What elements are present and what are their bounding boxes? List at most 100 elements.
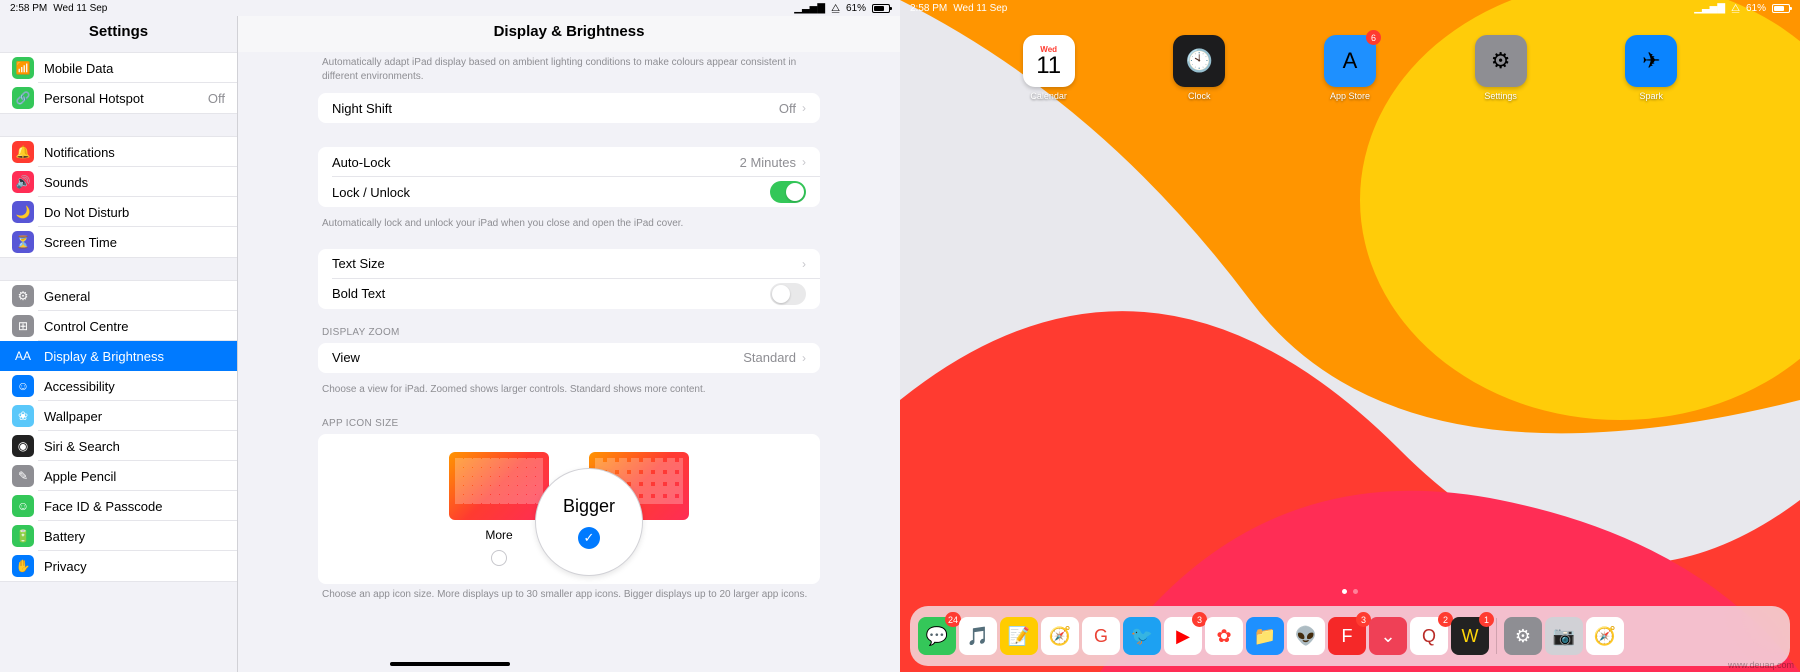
menu-icon: 🔊 (12, 171, 34, 193)
dock: 💬24🎵📝🧭G🐦▶3✿📁👽F3⌄Q2W1⚙︎📷🧭 (910, 606, 1790, 666)
row-text-size[interactable]: Text Size › (318, 249, 820, 279)
chevron-right-icon: › (802, 351, 806, 365)
dock-app[interactable]: Q2 (1410, 617, 1448, 655)
caption-appicon: Choose an app icon size. More displays u… (318, 584, 820, 612)
dock-separator (1496, 618, 1497, 654)
chevron-right-icon: › (802, 155, 806, 169)
wifi-icon: ⧋ (1731, 3, 1740, 14)
app-icon: Wed11 (1023, 35, 1075, 87)
header-app-icon-size: APP ICON SIZE (318, 406, 820, 434)
app-spark[interactable]: ✈︎Spark (1619, 35, 1683, 101)
dock-app[interactable]: 🧭 (1586, 617, 1624, 655)
dock-app[interactable]: ⚙︎ (1504, 617, 1542, 655)
dock-app[interactable]: 👽 (1287, 617, 1325, 655)
menu-icon: AA (12, 345, 34, 367)
menu-icon: ⏳ (12, 231, 34, 253)
row-bold-text[interactable]: Bold Text (318, 279, 820, 309)
check-icon: ✓ (578, 527, 600, 549)
app-icon: 🕙 (1173, 35, 1225, 87)
app-settings[interactable]: ⚙︎Settings (1469, 35, 1533, 101)
app-calendar[interactable]: Wed11Calendar (1017, 35, 1081, 101)
dock-app[interactable]: F3 (1328, 617, 1366, 655)
settings-sidebar: Settings 📶Mobile Data🔗Personal HotspotOf… (0, 16, 237, 672)
row-night-shift[interactable]: Night Shift Off › (318, 93, 820, 123)
menu-icon: ✎ (12, 465, 34, 487)
menu-icon: ✋ (12, 555, 34, 577)
caption-view: Choose a view for iPad. Zoomed shows lar… (318, 379, 820, 407)
menu-icon: 🔔 (12, 141, 34, 163)
page-dots[interactable] (1342, 589, 1358, 594)
radio-more[interactable] (491, 550, 507, 566)
app-app-store[interactable]: A6App Store (1318, 35, 1382, 101)
chevron-right-icon: › (802, 257, 806, 271)
menu-icon: ❀ (12, 405, 34, 427)
dock-app[interactable]: 🎵 (959, 617, 997, 655)
sidebar-item-apple-pencil[interactable]: ✎Apple Pencil (0, 461, 237, 491)
thumb-more (449, 452, 549, 520)
sidebar-item-notifications[interactable]: 🔔Notifications (0, 137, 237, 167)
dock-app[interactable]: ⌄ (1369, 617, 1407, 655)
caption-lockunlock: Automatically lock and unlock your iPad … (318, 213, 820, 241)
sidebar-item-display-brightness[interactable]: AADisplay & Brightness (0, 341, 237, 371)
sidebar-item-general[interactable]: ⚙︎General (0, 281, 237, 311)
menu-icon: ⚙︎ (12, 285, 34, 307)
app-icon: ✈︎ (1625, 35, 1677, 87)
menu-icon: ☺ (12, 375, 34, 397)
dock-app[interactable]: 📝 (1000, 617, 1038, 655)
dock-app[interactable]: 🧭 (1041, 617, 1079, 655)
toggle-lock-unlock[interactable] (770, 181, 806, 203)
dock-app[interactable]: G (1082, 617, 1120, 655)
bigger-callout: Bigger ✓ (535, 468, 643, 576)
row-view[interactable]: View Standard › (318, 343, 820, 373)
row-lock-unlock[interactable]: Lock / Unlock (318, 177, 820, 207)
sidebar-item-screen-time[interactable]: ⏳Screen Time (0, 227, 237, 257)
menu-icon: 🌙 (12, 201, 34, 223)
badge: 6 (1366, 30, 1381, 45)
dock-app[interactable]: 💬24 (918, 617, 956, 655)
sidebar-item-face-id-passcode[interactable]: ☺Face ID & Passcode (0, 491, 237, 521)
sidebar-item-battery[interactable]: 🔋Battery (0, 521, 237, 551)
sidebar-item-do-not-disturb[interactable]: 🌙Do Not Disturb (0, 197, 237, 227)
menu-icon: 📶 (12, 57, 34, 79)
sidebar-item-accessibility[interactable]: ☺Accessibility (0, 371, 237, 401)
menu-icon: ◉ (12, 435, 34, 457)
dock-app[interactable]: W1 (1451, 617, 1489, 655)
header-display-zoom: DISPLAY ZOOM (318, 315, 820, 343)
sidebar-item-privacy[interactable]: ✋Privacy (0, 551, 237, 581)
dock-app[interactable]: ▶3 (1164, 617, 1202, 655)
app-clock[interactable]: 🕙Clock (1167, 35, 1231, 101)
chevron-right-icon: › (802, 101, 806, 115)
sidebar-item-wallpaper[interactable]: ❀Wallpaper (0, 401, 237, 431)
battery-icon (872, 4, 890, 13)
sidebar-item-sounds[interactable]: 🔊Sounds (0, 167, 237, 197)
sidebar-item-siri-search[interactable]: ◉Siri & Search (0, 431, 237, 461)
sidebar-item-personal-hotspot[interactable]: 🔗Personal HotspotOff (0, 83, 237, 113)
dock-app[interactable]: 📁 (1246, 617, 1284, 655)
app-icon: A6 (1324, 35, 1376, 87)
sidebar-item-mobile-data[interactable]: 📶Mobile Data (0, 53, 237, 83)
menu-icon: 🔋 (12, 525, 34, 547)
sidebar-title: Settings (0, 16, 237, 52)
badge: 1 (1479, 612, 1494, 627)
dock-app[interactable]: 📷 (1545, 617, 1583, 655)
app-icon: ⚙︎ (1475, 35, 1527, 87)
menu-icon: ☺ (12, 495, 34, 517)
battery-icon (1772, 4, 1790, 13)
toggle-bold-text[interactable] (770, 283, 806, 305)
dock-app[interactable]: ✿ (1205, 617, 1243, 655)
row-auto-lock[interactable]: Auto-Lock 2 Minutes › (318, 147, 820, 177)
status-bar: 2:58 PMWed 11 Sep ▁▃▅▇ ⧋ 61% (0, 0, 900, 16)
caption-truetone: Automatically adapt iPad display based o… (318, 52, 820, 93)
option-more[interactable]: More (449, 452, 549, 566)
home-indicator[interactable] (390, 662, 510, 666)
sidebar-item-control-centre[interactable]: ⊞Control Centre (0, 311, 237, 341)
detail-pane: Display & Brightness Automatically adapt… (237, 16, 900, 672)
wifi-icon: ⧋ (831, 3, 840, 14)
home-status-bar: 2:58 PMWed 11 Sep ▁▃▅▇ ⧋ 61% (900, 0, 1800, 16)
watermark: www.deuaq.com (1728, 660, 1794, 670)
menu-icon: ⊞ (12, 315, 34, 337)
dock-app[interactable]: 🐦 (1123, 617, 1161, 655)
signal-icon: ▁▃▅▇ (794, 3, 825, 14)
detail-title: Display & Brightness (238, 16, 900, 52)
signal-icon: ▁▃▅▇ (1694, 3, 1725, 14)
